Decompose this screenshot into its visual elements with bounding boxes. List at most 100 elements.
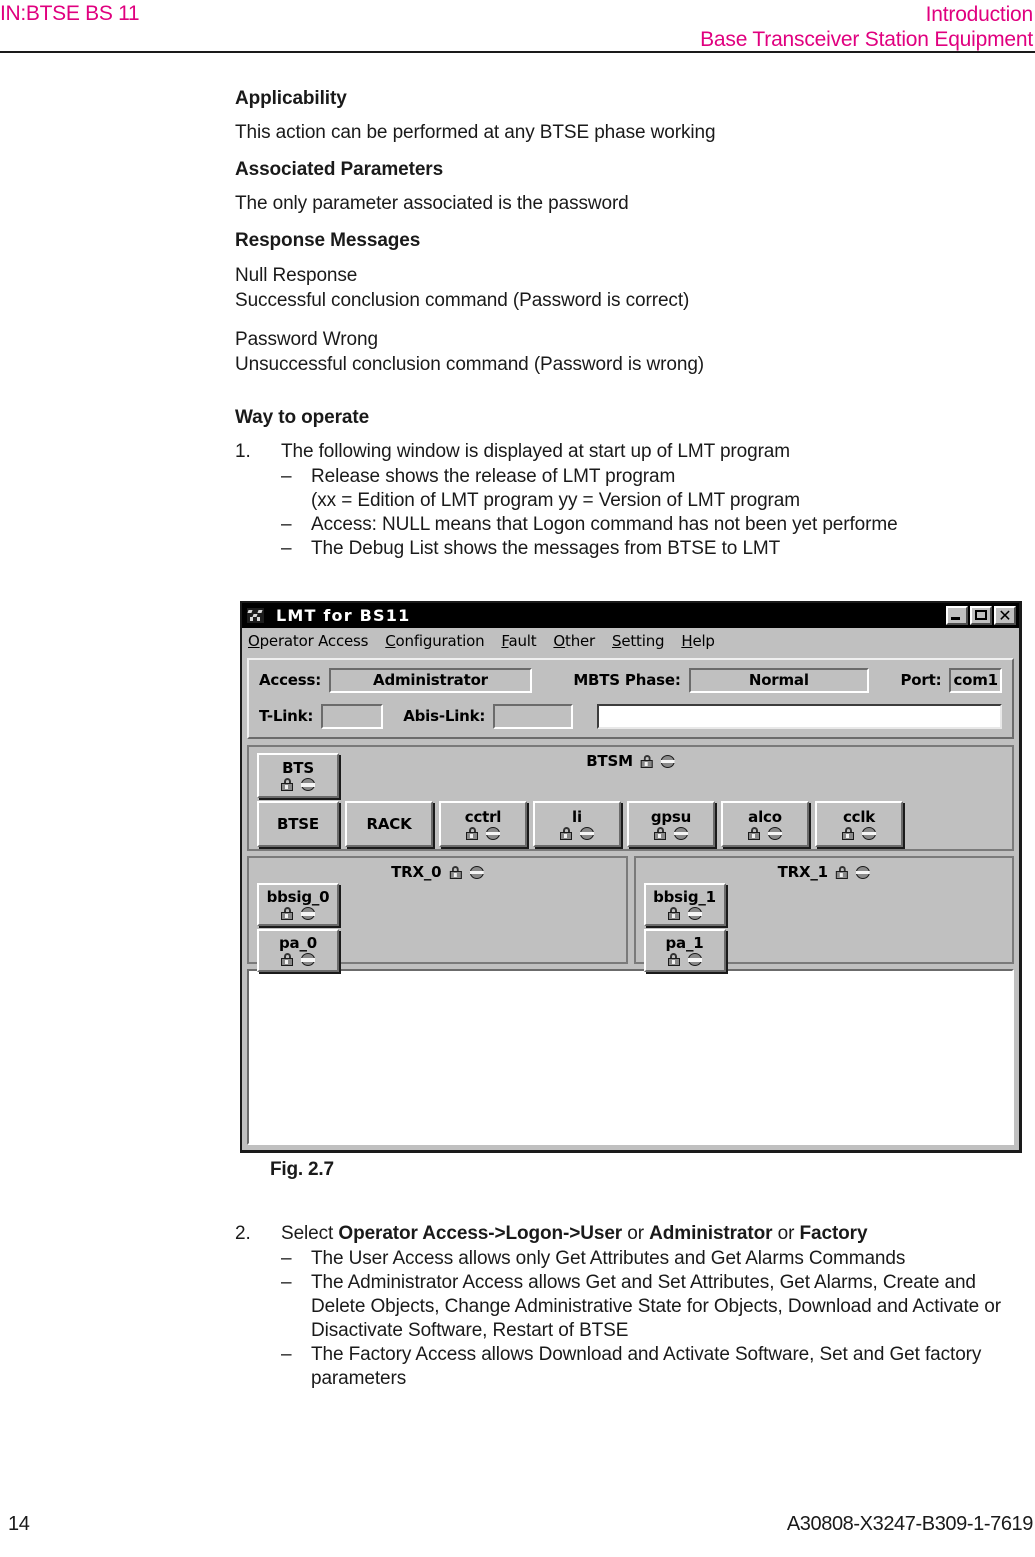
- lock-icon: [842, 826, 854, 840]
- node-bbsig-0[interactable]: bbsig_0: [257, 883, 339, 926]
- window-controls: ✕: [946, 606, 1016, 625]
- node-cclk[interactable]: cclk: [815, 801, 903, 847]
- debug-list[interactable]: [247, 969, 1014, 1145]
- step-2-mid-1: or: [622, 1223, 650, 1244]
- disabled-icon: [660, 754, 675, 768]
- node-btse[interactable]: BTSE: [257, 801, 339, 847]
- step-2: 2. Select Operator Access->Logon->User o…: [235, 1222, 1035, 1246]
- associated-parameters-text: The only parameter associated is the pas…: [235, 193, 629, 214]
- response-wrong-line1: Password Wrong: [235, 329, 378, 350]
- header-left-title: IN:BTSE BS 11: [0, 2, 140, 25]
- dash-marker: –: [281, 466, 292, 487]
- node-rack[interactable]: RACK: [345, 801, 433, 847]
- lock-icon: [640, 754, 653, 768]
- dash-marker: –: [281, 1248, 292, 1269]
- menu-label: ther: [565, 632, 596, 650]
- page-number: 14: [8, 1513, 30, 1535]
- header-right-title: Introduction Base Transceiver Station Eq…: [700, 2, 1033, 52]
- menu-accel: C: [385, 632, 396, 650]
- node-li[interactable]: li: [533, 801, 621, 847]
- step-1-bullet-2-line1: Access: NULL means that Logon command ha…: [311, 514, 898, 535]
- node-label: BTS: [282, 759, 314, 777]
- menu-label: elp: [692, 632, 715, 650]
- page-footer: 14 A30808-X3247-B309-1-7619: [0, 1513, 1035, 1539]
- node-cctrl[interactable]: cctrl: [439, 801, 527, 847]
- node-pa-1[interactable]: pa_1: [643, 929, 726, 972]
- node-label: BTSE: [277, 814, 319, 833]
- lock-icon: [667, 953, 680, 966]
- menu-label: onfiguration: [395, 632, 485, 650]
- header-chapter: Introduction: [925, 3, 1034, 26]
- step-2-bold-factory: Factory: [799, 1223, 868, 1244]
- step-2-bullet-2: – The Administrator Access allows Get an…: [235, 1271, 1035, 1343]
- menu-help[interactable]: Help: [681, 632, 715, 650]
- lock-icon: [667, 907, 680, 920]
- lock-icon: [748, 826, 760, 840]
- node-icons: [560, 826, 594, 840]
- menu-accel: H: [681, 632, 693, 650]
- node-label: gpsu: [650, 807, 692, 826]
- lock-icon: [560, 826, 572, 840]
- menu-other[interactable]: Other: [553, 632, 595, 650]
- node-label: RACK: [366, 814, 412, 833]
- minimize-icon: [951, 617, 960, 620]
- disabled-icon: [469, 865, 484, 879]
- maximize-button[interactable]: [970, 606, 992, 625]
- tlink-value: [321, 703, 384, 729]
- disabled-icon: [768, 826, 782, 840]
- port-label: Port:: [900, 671, 942, 689]
- minimize-button[interactable]: [946, 606, 968, 625]
- node-bbsig-1[interactable]: bbsig_1: [643, 883, 726, 926]
- dash-marker: –: [281, 538, 292, 559]
- abis-link-value: [493, 703, 574, 729]
- node-gpsu[interactable]: gpsu: [627, 801, 715, 847]
- access-value: Administrator: [329, 667, 532, 693]
- node-icons: [654, 826, 688, 840]
- response-messages-heading: Response Messages: [235, 230, 421, 251]
- step-2-bullet-1-text: The User Access allows only Get Attribut…: [311, 1248, 906, 1269]
- response-wrong: Password Wrong Unsuccessful conclusion c…: [235, 327, 1030, 377]
- step-1-bullet-3: – The Debug List shows the messages from…: [235, 537, 1030, 561]
- node-pa-0[interactable]: pa_0: [257, 929, 339, 972]
- disabled-icon: [486, 826, 500, 840]
- mbts-phase-label: MBTS Phase:: [573, 671, 681, 689]
- app-logo-icon: [247, 608, 264, 623]
- btsm-group-panel: BTSM BTS BTSE RACK cctrl li gpsu alco cc…: [247, 745, 1014, 851]
- node-label: bbsig_1: [653, 888, 716, 906]
- step-1-bullet-2: – Access: NULL means that Logon command …: [235, 513, 1030, 537]
- step-2-bullet-3: – The Factory Access allows Download and…: [235, 1343, 1035, 1391]
- status-row-2: T-Link: Abis-Link:: [259, 703, 1002, 729]
- response-null-line1: Null Response: [235, 265, 358, 286]
- menu-configuration[interactable]: Configuration: [385, 632, 484, 650]
- close-button[interactable]: ✕: [994, 606, 1016, 625]
- node-label: bbsig_0: [266, 888, 330, 906]
- node-alco[interactable]: alco: [721, 801, 809, 847]
- step-2-mid-2: or: [772, 1223, 800, 1244]
- trx1-group-panel: TRX_1 bbsig_1 pa_1: [633, 856, 1014, 972]
- trx1-title: TRX_1: [778, 863, 870, 881]
- step-1: 1. The following window is displayed at …: [235, 440, 1030, 464]
- menu-operator-access[interactable]: Operator Access: [248, 632, 368, 650]
- lock-icon: [654, 826, 666, 840]
- message-input[interactable]: [597, 703, 1002, 729]
- node-label: cctrl: [464, 807, 502, 826]
- menu-setting[interactable]: Setting: [612, 632, 665, 650]
- disabled-icon: [674, 826, 688, 840]
- menu-label: etting: [621, 632, 665, 650]
- menu-accel: O: [248, 632, 260, 650]
- lock-icon: [835, 865, 848, 879]
- step-2-bold-administrator: Administrator: [649, 1223, 773, 1244]
- node-bts[interactable]: BTS: [257, 753, 339, 798]
- object-tree-area: BTSM BTS BTSE RACK cctrl li gpsu alco cc…: [247, 745, 1014, 1145]
- trx0-title-label: TRX_0: [391, 863, 442, 881]
- main-content-lower: 2. Select Operator Access->Logon->User o…: [235, 1222, 1035, 1391]
- mbts-phase-value: Normal: [688, 667, 870, 693]
- step-2-prefix: Select: [281, 1223, 339, 1244]
- menu-accel: S: [612, 632, 622, 650]
- menu-fault[interactable]: Fault: [501, 632, 536, 650]
- step-1-bullet-1-line1: Release shows the release of LMT program: [311, 466, 676, 487]
- node-icons: [281, 953, 315, 966]
- lock-icon: [449, 865, 462, 879]
- dash-marker: –: [281, 1272, 292, 1293]
